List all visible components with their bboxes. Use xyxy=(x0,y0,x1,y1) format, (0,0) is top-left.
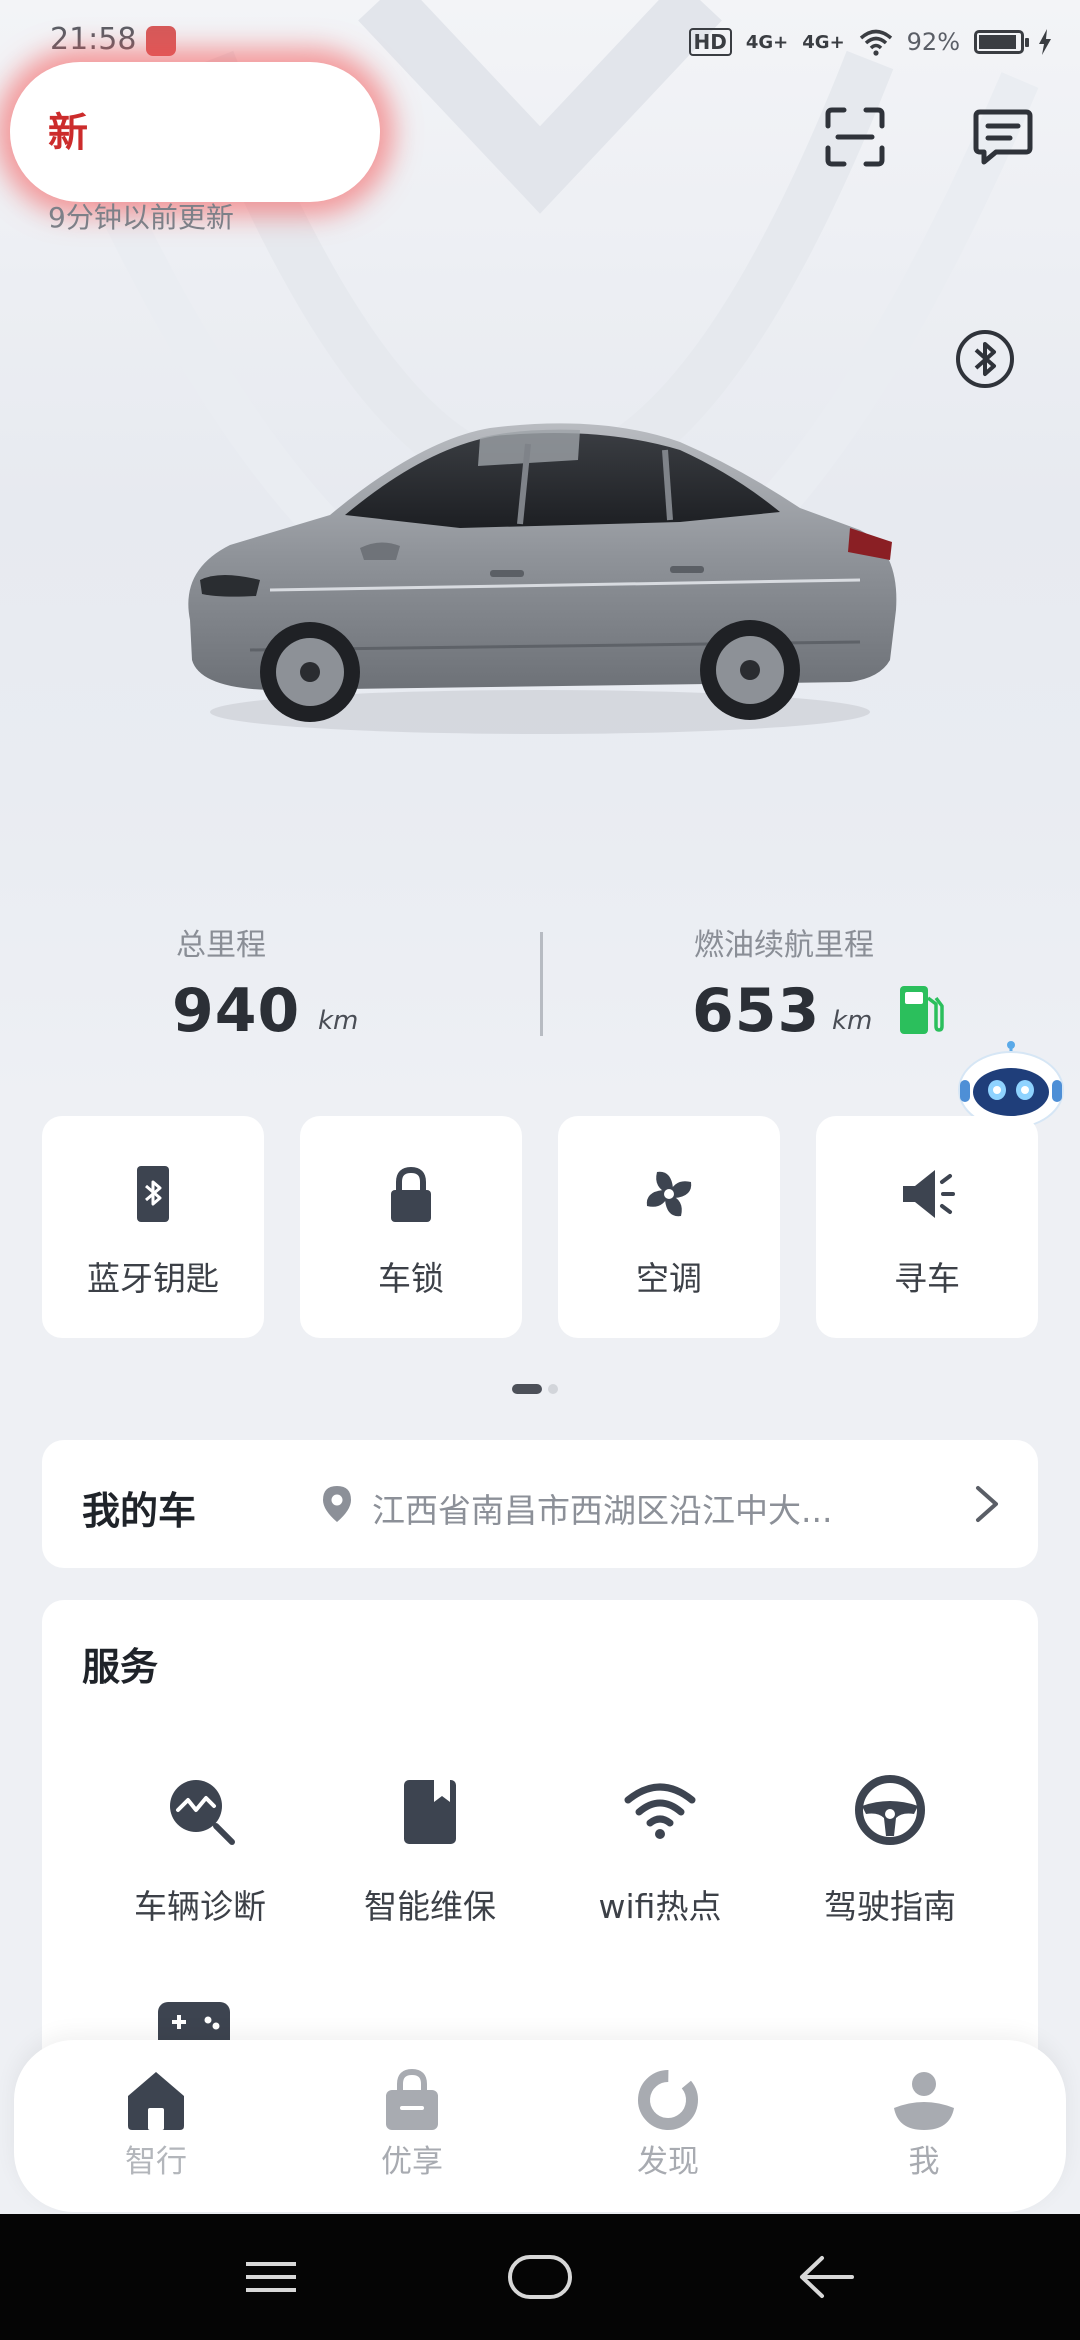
signal-1-icon: 4G+ xyxy=(745,31,789,53)
total-mileage-value: 940 xyxy=(172,976,301,1046)
page-dot-active xyxy=(512,1384,542,1394)
message-icon xyxy=(973,109,1033,165)
car-name: 新 xyxy=(48,110,88,156)
bluetooth-key-label: 蓝牙钥匙 xyxy=(87,1259,219,1298)
quick-actions: 蓝牙钥匙 车锁 空调 寻车 xyxy=(42,1116,1038,1338)
find-car-label: 寻车 xyxy=(894,1259,960,1298)
air-conditioning-button[interactable]: 空调 xyxy=(558,1116,780,1338)
back-arrow-icon xyxy=(800,2256,854,2298)
find-car-button[interactable]: 寻车 xyxy=(816,1116,1038,1338)
bluetooth-key-icon xyxy=(137,1166,169,1222)
smart-maintenance-button[interactable]: 智能维保 xyxy=(314,1772,546,1932)
diagnosis-icon xyxy=(170,1780,235,1845)
game-controller-icon[interactable] xyxy=(156,2000,232,2040)
back-button[interactable] xyxy=(790,2244,860,2310)
scan-button[interactable] xyxy=(822,104,888,170)
home-button[interactable] xyxy=(505,2244,575,2310)
vehicle-diagnosis-button[interactable]: 车辆诊断 xyxy=(84,1772,316,1932)
mileage-stats: 总里程 940 km 燃油续航里程 653 km xyxy=(0,900,1080,1060)
message-button[interactable] xyxy=(970,104,1036,170)
fan-icon xyxy=(646,1171,692,1217)
battery-icon xyxy=(974,30,1029,54)
total-mileage-unit: km xyxy=(318,1006,359,1036)
charging-icon xyxy=(1039,29,1051,55)
car-image xyxy=(188,423,897,734)
update-time: 9分钟以前更新 xyxy=(48,201,234,234)
location-pin-icon xyxy=(323,1486,351,1522)
tab-benefits[interactable]: 优享 xyxy=(312,2068,512,2198)
system-navigation-bar xyxy=(0,2214,1080,2340)
signal-2-icon: 4G+ xyxy=(802,31,845,53)
home-icon xyxy=(128,2072,184,2130)
driving-guide-button[interactable]: 驾驶指南 xyxy=(774,1772,1006,1932)
driving-guide-label: 驾驶指南 xyxy=(824,1887,956,1926)
page-indicator xyxy=(512,1384,558,1394)
menu-button[interactable] xyxy=(236,2244,306,2310)
car-lock-button[interactable]: 车锁 xyxy=(300,1116,522,1338)
wifi-status-icon xyxy=(859,29,892,56)
wifi-hotspot-label: wifi热点 xyxy=(598,1887,722,1926)
tab-profile-label: 我 xyxy=(908,2144,940,2180)
vehicle-diagnosis-label: 车辆诊断 xyxy=(134,1887,266,1926)
fuel-range-label: 燃油续航里程 xyxy=(694,928,874,963)
tab-benefits-label: 优享 xyxy=(381,2144,443,2180)
hd-icon: HD xyxy=(688,28,732,56)
maintenance-icon xyxy=(404,1780,456,1844)
menu-icon xyxy=(246,2262,296,2292)
tab-discover[interactable]: 发现 xyxy=(568,2068,768,2198)
chevron-right-icon xyxy=(976,1486,998,1522)
lock-icon xyxy=(391,1166,431,1222)
wifi-icon xyxy=(624,1783,696,1839)
tab-smart-travel[interactable]: 智行 xyxy=(56,2068,256,2198)
status-indicators: HD 4G+ 4G+ 92% xyxy=(688,20,1052,64)
horn-icon xyxy=(903,1170,955,1218)
bluetooth-key-button[interactable]: 蓝牙钥匙 xyxy=(42,1116,264,1338)
wifi-hotspot-button[interactable]: wifi热点 xyxy=(544,1772,776,1932)
discover-icon xyxy=(638,2070,698,2130)
tab-discover-label: 发现 xyxy=(637,2144,699,2180)
bluetooth-button[interactable] xyxy=(954,328,1016,390)
steering-wheel-icon xyxy=(855,1775,925,1845)
car-location: 江西省南昌市西湖区沿江中大... xyxy=(372,1491,833,1530)
bluetooth-icon xyxy=(956,330,1014,388)
page-dot xyxy=(548,1384,558,1394)
tab-smart-travel-label: 智行 xyxy=(125,2144,187,2180)
status-time: 21:58 xyxy=(50,22,137,57)
total-mileage-label: 总里程 xyxy=(176,928,266,963)
bottom-tab-bar: 智行 优享 发现 我 xyxy=(14,2040,1066,2212)
car-lock-label: 车锁 xyxy=(378,1259,444,1298)
my-car-card[interactable]: 我的车 江西省南昌市西湖区沿江中大... xyxy=(42,1440,1038,1568)
battery-percent: 92% xyxy=(906,28,960,56)
profile-icon xyxy=(894,2072,954,2130)
fuel-range-unit: km xyxy=(832,1006,873,1036)
services-title: 服务 xyxy=(82,1645,159,1689)
air-conditioning-label: 空调 xyxy=(636,1259,702,1298)
fuel-range-value: 653 xyxy=(692,976,821,1046)
bag-icon xyxy=(386,2068,438,2130)
my-car-title: 我的车 xyxy=(82,1489,197,1533)
home-circle-icon xyxy=(508,2255,572,2299)
scan-icon xyxy=(825,107,885,167)
stats-divider xyxy=(540,932,543,1036)
fuel-pump-icon xyxy=(900,986,944,1034)
app-notification-icon xyxy=(146,26,176,56)
smart-maintenance-label: 智能维保 xyxy=(364,1887,496,1926)
tab-profile[interactable]: 我 xyxy=(824,2068,1024,2198)
